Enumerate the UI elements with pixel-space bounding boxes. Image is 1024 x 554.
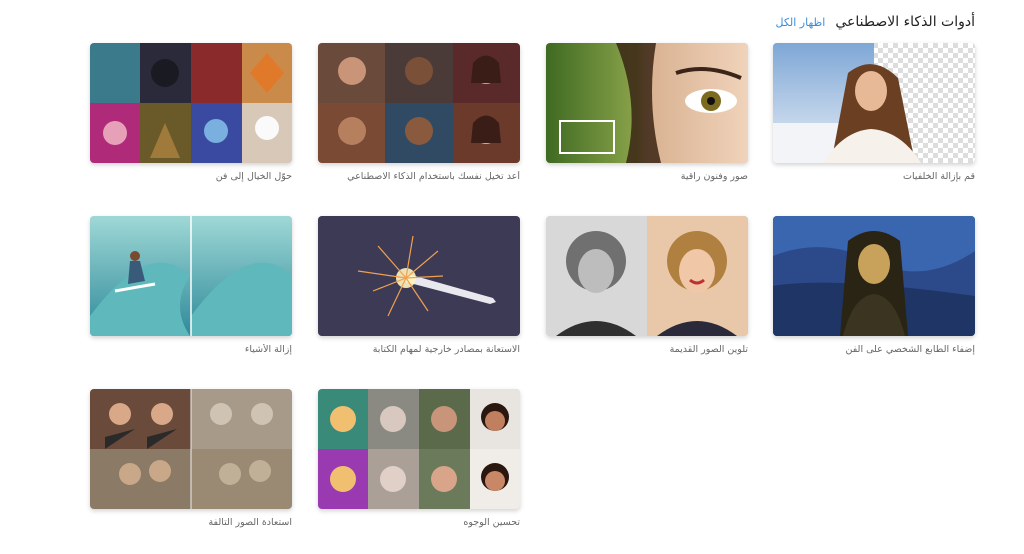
- tool-card-imagination[interactable]: حوّل الخيال إلى فن: [90, 43, 292, 182]
- tool-label: صور وفنون راقية: [680, 171, 748, 182]
- tool-card-writing[interactable]: الاستعانة بمصادر خارجية لمهام الكتابة: [318, 216, 520, 355]
- tool-card-remove-background[interactable]: قم بإزالة الخلفيات: [773, 43, 975, 182]
- personalized-art-thumbnail[interactable]: [773, 216, 975, 336]
- tool-card-enhance-faces[interactable]: تحسين الوجوه: [318, 389, 520, 528]
- section-title: أدوات الذكاء الاصطناعي: [835, 14, 975, 30]
- tool-card-colorize[interactable]: تلوين الصور القديمة: [546, 216, 748, 355]
- tool-label: الاستعانة بمصادر خارجية لمهام الكتابة: [372, 344, 520, 355]
- tool-label: أعد تخيل نفسك باستخدام الذكاء الاصطناعي: [347, 171, 520, 182]
- ai-portrait-thumbnail[interactable]: [318, 43, 520, 163]
- tool-label: قم بإزالة الخلفيات: [903, 171, 975, 182]
- writing-thumbnail[interactable]: [318, 216, 520, 336]
- imagination-art-thumbnail[interactable]: [90, 43, 292, 163]
- tool-label: إزالة الأشياء: [244, 344, 292, 355]
- tool-card-reimagine[interactable]: أعد تخيل نفسك باستخدام الذكاء الاصطناعي: [318, 43, 520, 182]
- tool-card-personalize-art[interactable]: إضفاء الطابع الشخصي على الفن: [773, 216, 975, 355]
- tool-card-fine-art[interactable]: صور وفنون راقية: [546, 43, 748, 182]
- tool-label: إضفاء الطابع الشخصي على الفن: [845, 344, 975, 355]
- background-removal-thumbnail[interactable]: [773, 43, 975, 163]
- tool-label: حوّل الخيال إلى فن: [215, 171, 292, 182]
- tool-card-restore[interactable]: استعادة الصور التالفة: [90, 389, 292, 528]
- photo-restore-thumbnail[interactable]: [90, 389, 292, 509]
- colorize-photo-thumbnail[interactable]: [546, 216, 748, 336]
- show-all-link[interactable]: اظهار الكل: [776, 16, 826, 29]
- tool-label: تحسين الوجوه: [463, 517, 520, 528]
- tool-card-remove-objects[interactable]: إزالة الأشياء: [90, 216, 292, 355]
- face-enhance-thumbnail[interactable]: [318, 389, 520, 509]
- section-header: أدوات الذكاء الاصطناعي اظهار الكل: [90, 12, 976, 32]
- object-removal-thumbnail[interactable]: [90, 216, 292, 336]
- tool-label: استعادة الصور التالفة: [208, 517, 292, 528]
- tool-label: تلوين الصور القديمة: [669, 344, 748, 355]
- fine-art-photo-thumbnail[interactable]: [546, 43, 748, 163]
